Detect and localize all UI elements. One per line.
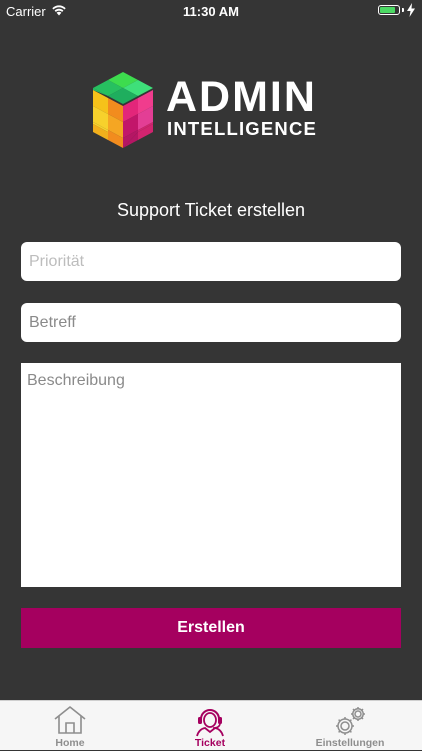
- charging-bolt-icon: [407, 3, 415, 17]
- logo-text-admin: ADMIN: [166, 73, 317, 121]
- form-title: Support Ticket erstellen: [116, 200, 306, 220]
- logo-text-intelligence: INTELLIGENCE: [167, 118, 318, 139]
- admin-intelligence-logo: ADMIN INTELLIGENCE: [88, 70, 338, 150]
- battery-icon: [378, 5, 400, 15]
- status-bar: Carrier 11:30 AM: [0, 0, 422, 22]
- tab-ticket[interactable]: Ticket: [170, 701, 250, 751]
- description-textarea[interactable]: [21, 363, 401, 587]
- tab-ticket-label: Ticket: [194, 737, 226, 749]
- clock: 11:30 AM: [183, 4, 239, 19]
- tab-settings[interactable]: Einstellungen: [305, 701, 395, 751]
- priority-input[interactable]: [21, 242, 401, 281]
- support-agent-icon: [196, 709, 224, 737]
- tab-settings-label: Einstellungen: [315, 737, 385, 749]
- battery-tip: [402, 8, 404, 12]
- create-ticket-button[interactable]: Erstellen: [21, 608, 401, 648]
- tab-bar: Home Ticket Einstellungen: [0, 700, 422, 750]
- tab-home-label: Home: [55, 737, 85, 749]
- tab-home[interactable]: Home: [30, 701, 110, 751]
- subject-input[interactable]: [21, 303, 401, 342]
- hexagon-cube-logo-icon: [93, 72, 153, 148]
- home-icon: [54, 706, 86, 734]
- gears-icon: [336, 707, 365, 735]
- battery-level: [380, 7, 395, 13]
